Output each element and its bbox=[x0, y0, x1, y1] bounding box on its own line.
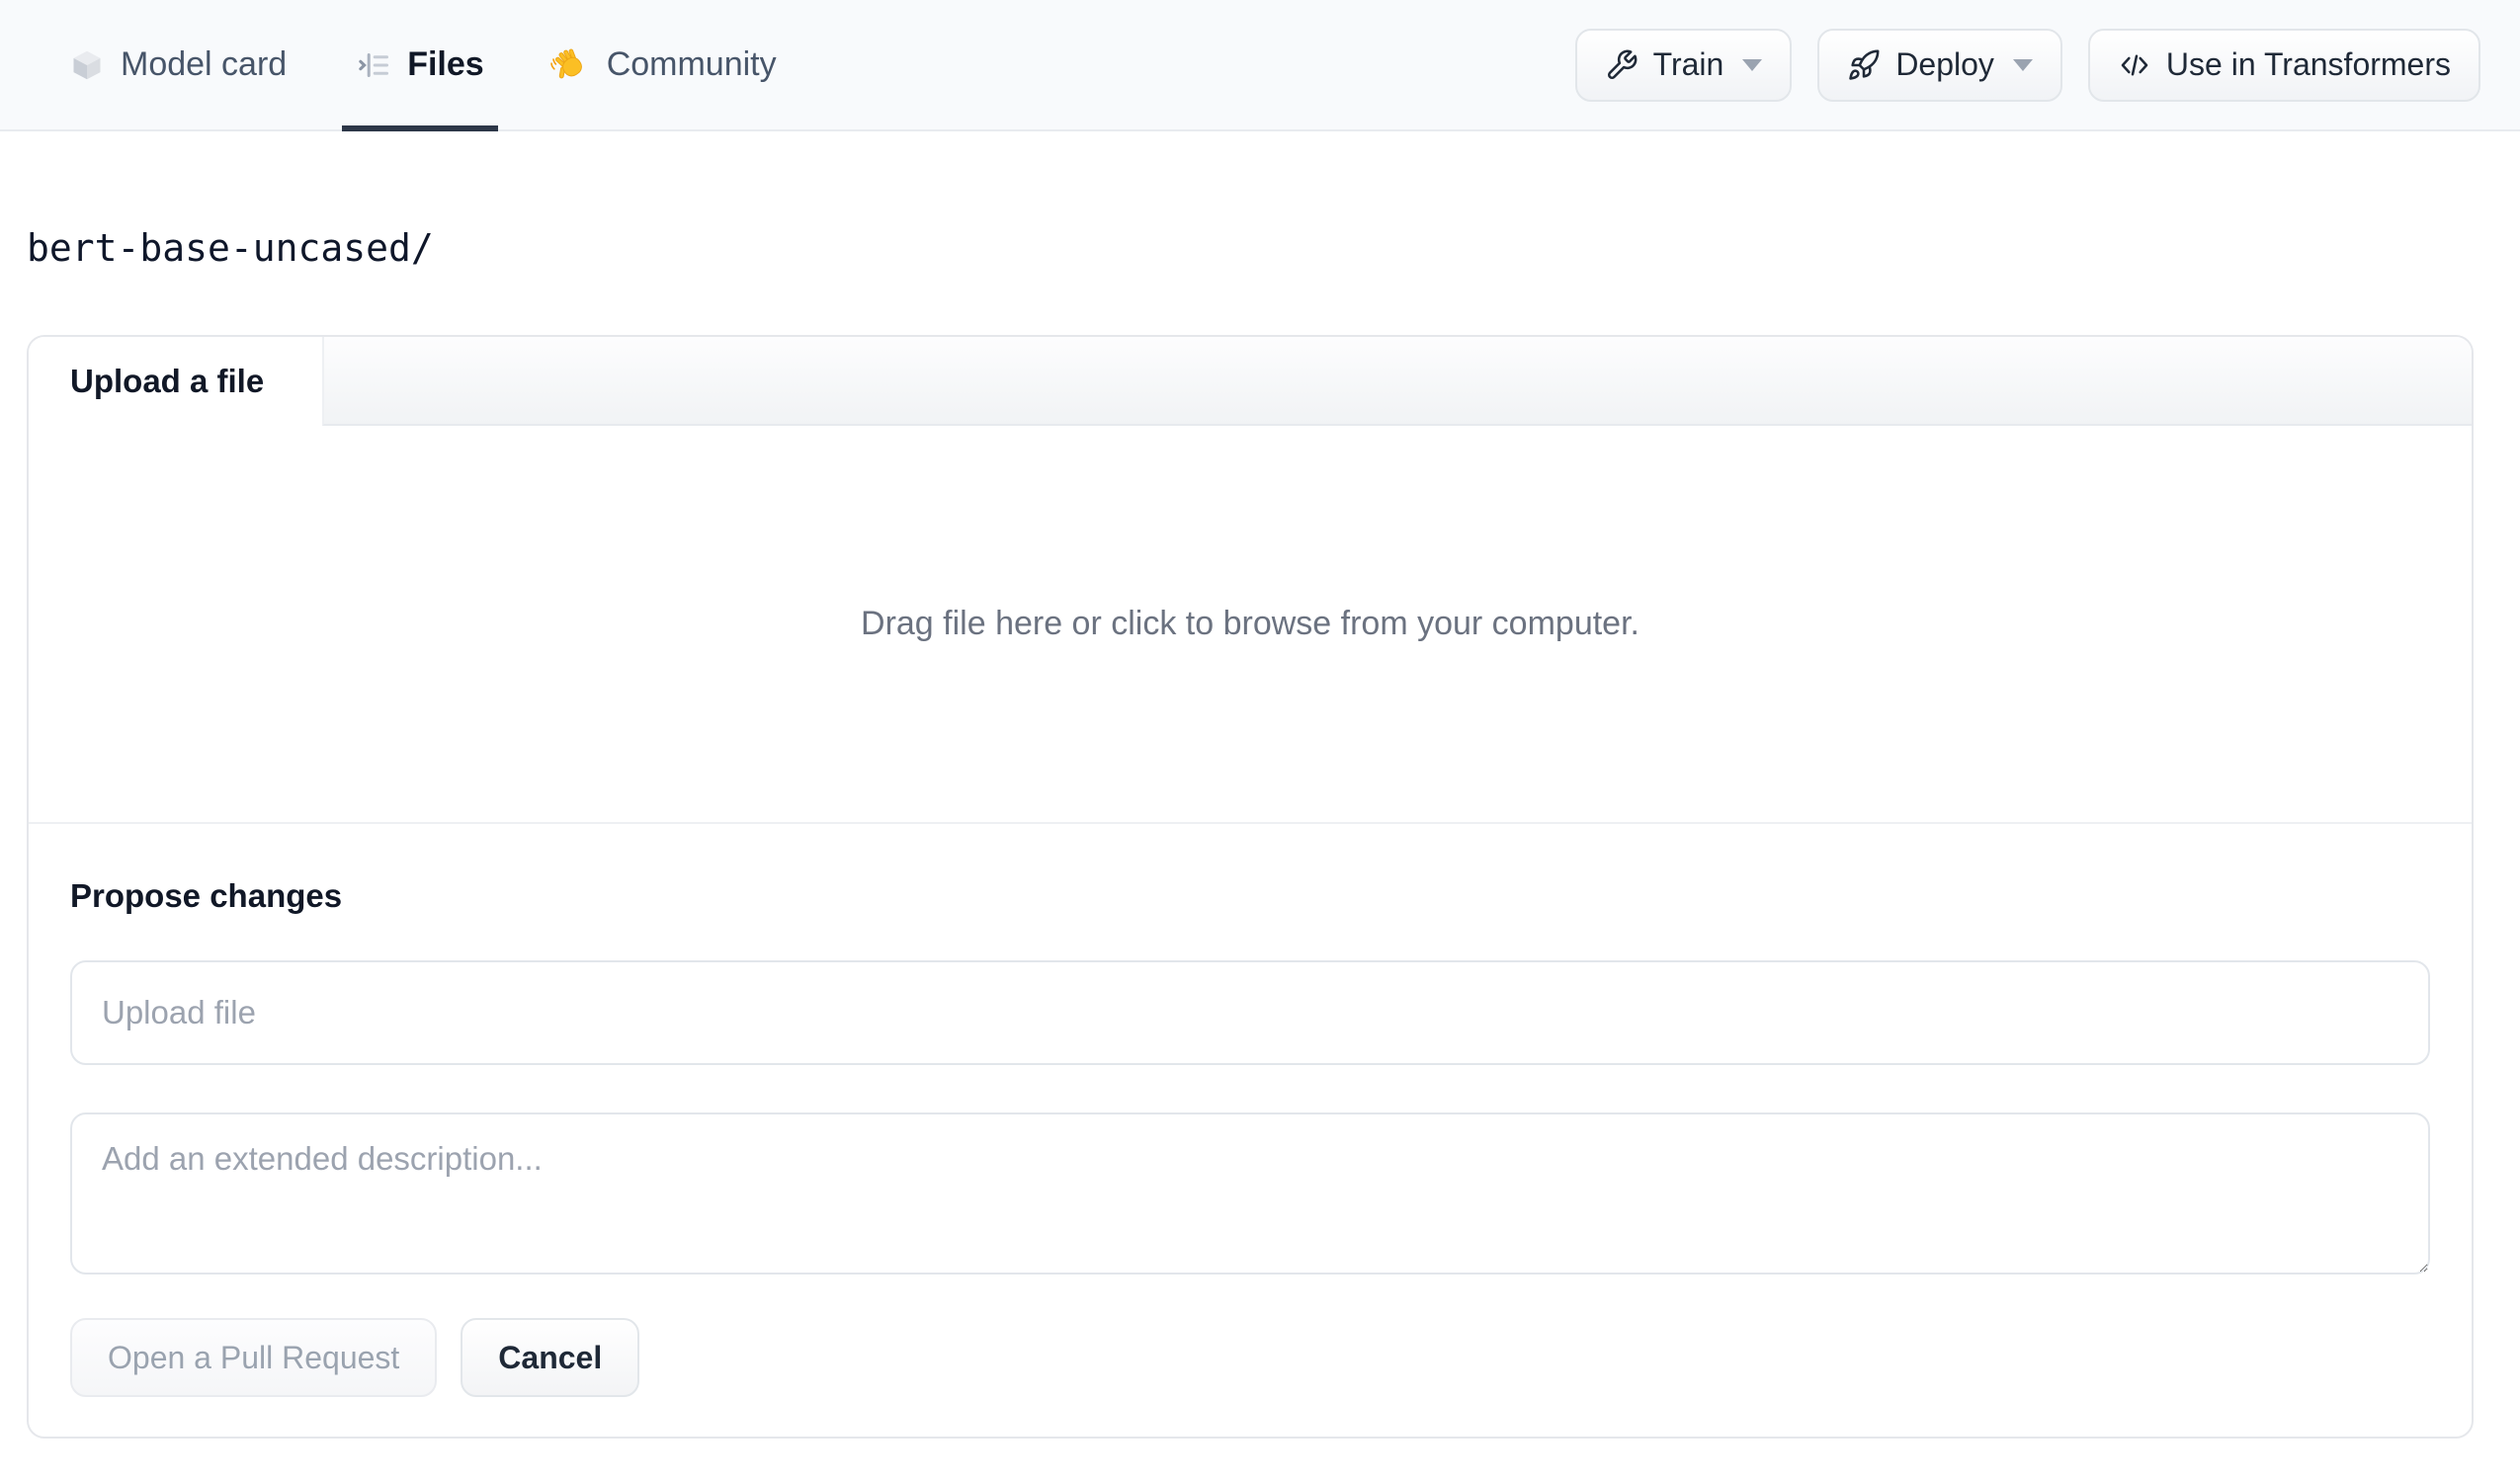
wrench-icon bbox=[1605, 48, 1638, 82]
propose-actions-row: Open a Pull Request Cancel bbox=[70, 1318, 2430, 1397]
rocket-icon bbox=[1847, 48, 1881, 82]
tab-community[interactable]: Community bbox=[540, 0, 791, 129]
button-label: Use in Transformers bbox=[2165, 46, 2451, 82]
waving-hand-icon bbox=[549, 46, 591, 84]
file-list-icon bbox=[356, 47, 391, 83]
extended-description-textarea[interactable] bbox=[70, 1112, 2430, 1275]
breadcrumb[interactable]: bert-base-uncased/ bbox=[27, 226, 434, 270]
upload-file-input[interactable] bbox=[70, 960, 2430, 1065]
upload-card: Upload a file Drag file here or click to… bbox=[27, 335, 2474, 1439]
file-dropzone[interactable]: Drag file here or click to browse from y… bbox=[29, 426, 2472, 824]
cube-icon bbox=[69, 47, 105, 83]
dropzone-hint-text: Drag file here or click to browse from y… bbox=[861, 605, 1639, 642]
train-button[interactable]: Train bbox=[1574, 28, 1793, 102]
propose-changes-section: Propose changes Open a Pull Request Canc… bbox=[29, 824, 2472, 1437]
tab-model-card[interactable]: Model card bbox=[55, 0, 300, 129]
upload-card-tab-bar: Upload a file bbox=[29, 337, 2472, 426]
chevron-down-icon bbox=[1742, 58, 1763, 71]
tab-label: Community bbox=[606, 45, 777, 83]
chevron-down-icon bbox=[2012, 58, 2033, 71]
repo-main-content: bert-base-uncased/ Upload a file Drag fi… bbox=[0, 131, 2520, 1439]
open-pull-request-button[interactable]: Open a Pull Request bbox=[70, 1318, 438, 1397]
tab-bar-filler bbox=[322, 337, 2472, 426]
repo-action-buttons: Train Deploy Use in Transformers bbox=[1574, 0, 2480, 129]
repo-header-bar: Model card Files Community Train Deploy … bbox=[0, 0, 2520, 131]
tab-files[interactable]: Files bbox=[342, 0, 499, 131]
button-label: Train bbox=[1652, 46, 1724, 82]
tab-label: Model card bbox=[121, 45, 288, 83]
propose-changes-heading: Propose changes bbox=[70, 877, 343, 914]
use-in-transformers-button[interactable]: Use in Transformers bbox=[2087, 28, 2480, 102]
repo-tabs: Model card Files Community bbox=[55, 0, 791, 131]
code-icon bbox=[2118, 48, 2151, 82]
deploy-button[interactable]: Deploy bbox=[1817, 28, 2062, 102]
tab-label: Files bbox=[407, 45, 484, 83]
button-label: Deploy bbox=[1895, 46, 1994, 82]
tab-upload-a-file[interactable]: Upload a file bbox=[29, 337, 322, 426]
cancel-button[interactable]: Cancel bbox=[461, 1318, 640, 1397]
